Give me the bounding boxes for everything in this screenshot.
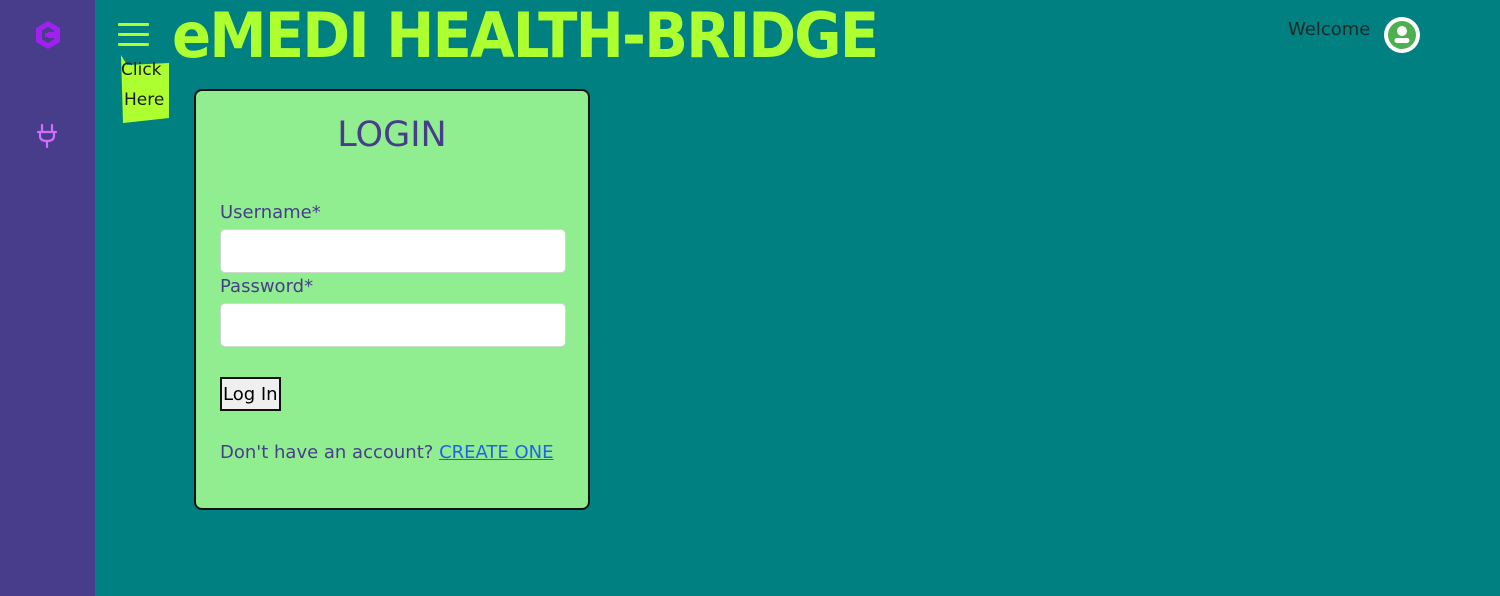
welcome-text: Welcome xyxy=(1288,19,1371,40)
plug-icon[interactable] xyxy=(36,123,58,149)
password-label: Password* xyxy=(220,276,314,297)
login-card: LOGIN Username* Password* Log In Don't h… xyxy=(194,89,590,510)
signup-row: Don't have an account? CREATE ONE xyxy=(220,442,554,463)
password-input[interactable] xyxy=(220,303,566,347)
hamburger-menu-icon[interactable] xyxy=(118,23,149,47)
c-logo-icon[interactable] xyxy=(33,20,63,50)
sidebar xyxy=(0,0,95,596)
hint-text: Click Here xyxy=(121,55,173,115)
click-here-hint[interactable]: Click Here xyxy=(121,55,169,123)
create-account-link[interactable]: CREATE ONE xyxy=(439,442,553,463)
login-heading: LOGIN xyxy=(337,115,447,155)
hint-line-here: Here xyxy=(124,90,165,110)
hint-line-click: Click xyxy=(121,60,162,80)
user-avatar-icon[interactable] xyxy=(1384,17,1420,53)
login-button[interactable]: Log In xyxy=(220,377,281,411)
signup-prompt: Don't have an account? xyxy=(220,442,434,463)
username-label: Username* xyxy=(220,202,321,223)
app-title: eMEDI HEALTH-BRIDGE xyxy=(172,0,879,72)
username-input[interactable] xyxy=(220,229,566,273)
